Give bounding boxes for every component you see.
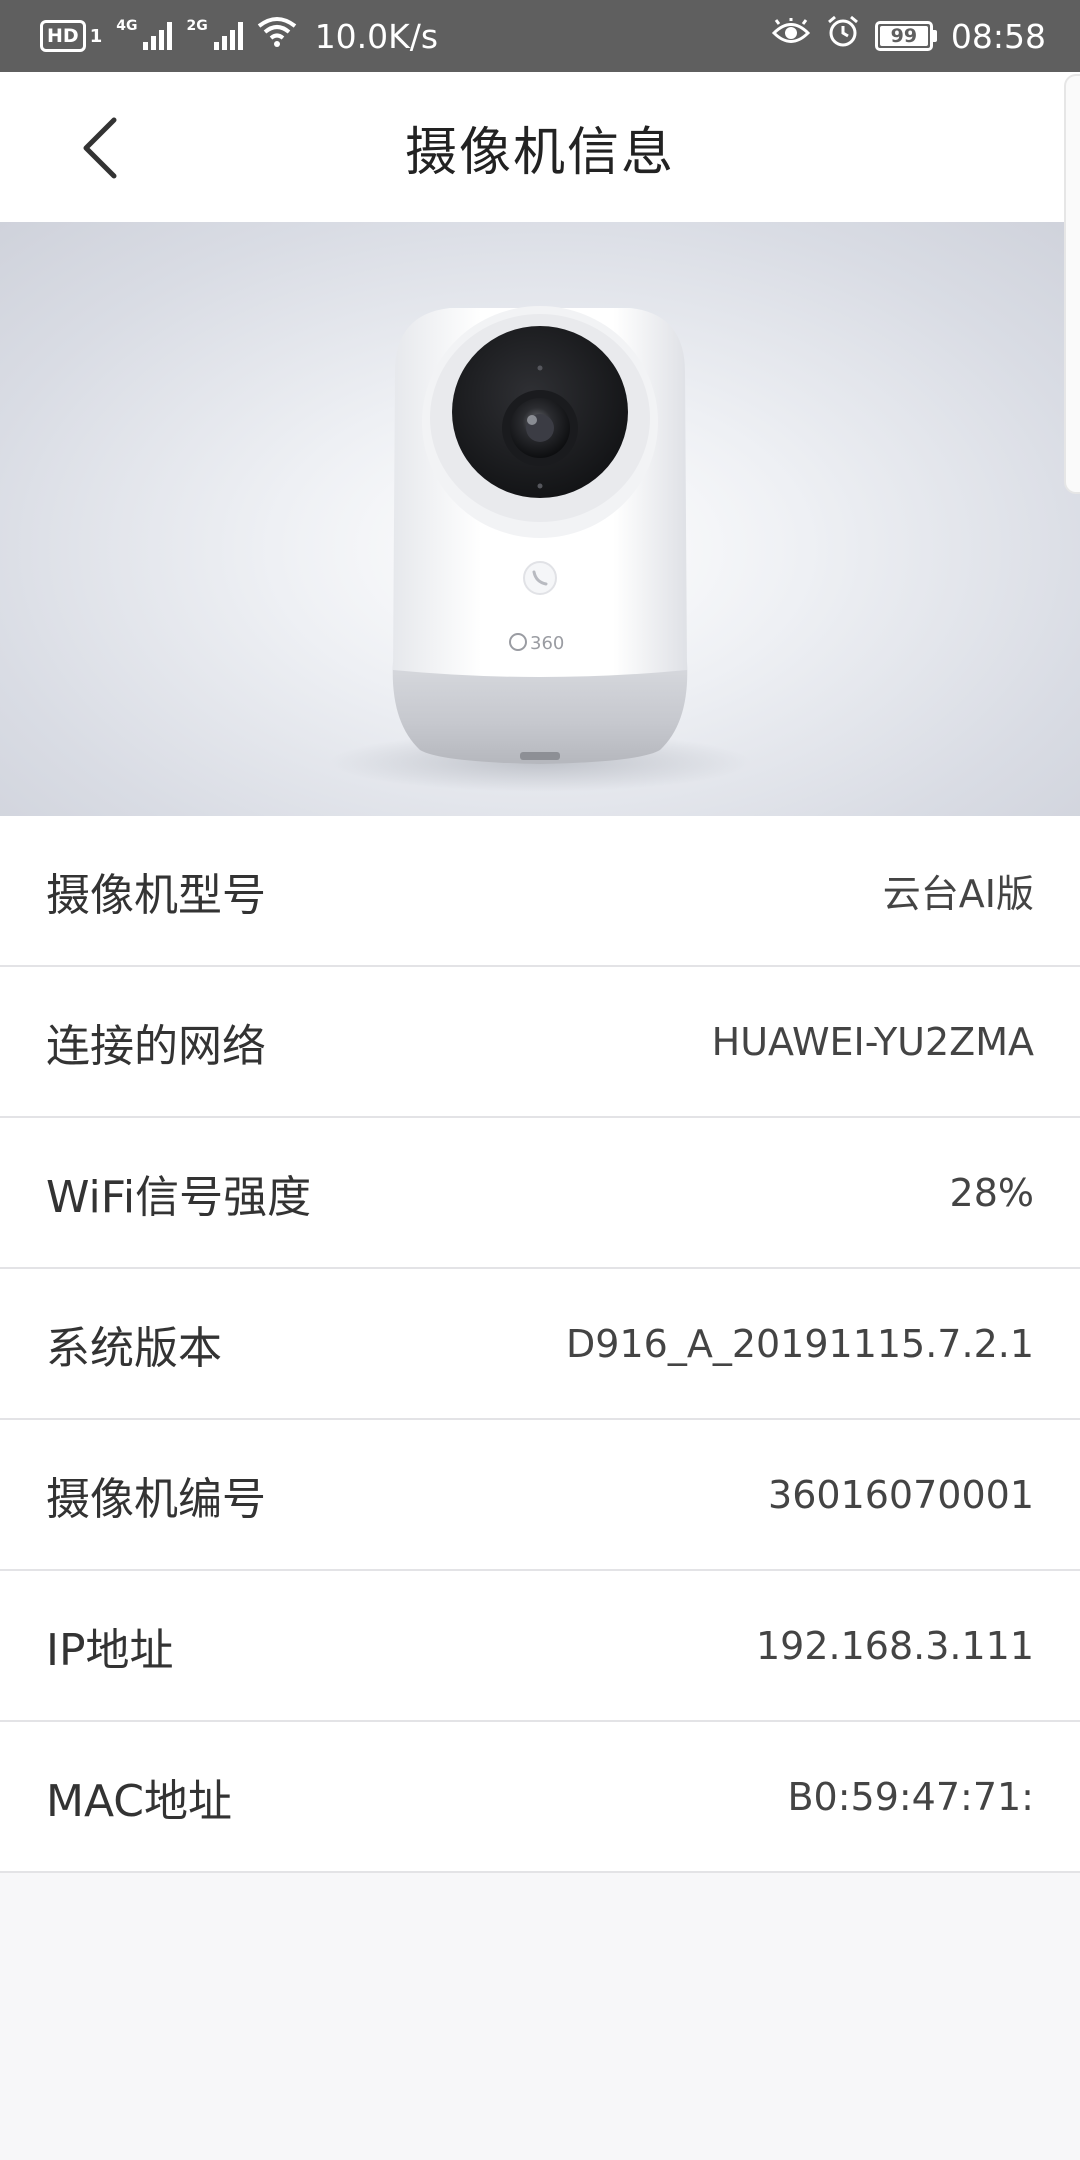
net1-label: 4G (116, 18, 138, 34)
camera-info-list: 摄像机型号 云台AI版 连接的网络 HUAWEI-YU2ZMA WiFi信号强度… (0, 816, 1080, 1873)
status-bar: HD 1 4G 2G 10.0K/s 99 08:58 (0, 0, 1080, 72)
info-row-mac-address: MAC地址 B0:59:47:71: (0, 1722, 1080, 1873)
info-row-ip-address: IP地址 192.168.3.111 (0, 1571, 1080, 1722)
signal-icon (213, 22, 243, 50)
info-value: 云台AI版 (882, 872, 1034, 916)
info-label: IP地址 (46, 1624, 174, 1676)
brand-logo-text: 360 (530, 633, 564, 654)
scroll-indicator (1064, 74, 1080, 494)
sim1-label: 1 (89, 25, 103, 47)
eye-icon (771, 16, 811, 56)
battery-level: 99 (879, 25, 928, 47)
info-row-serial-number: 摄像机编号 36016070001 (0, 1420, 1080, 1571)
info-value: 28% (949, 1170, 1034, 1215)
camera-illustration: 360 (330, 306, 750, 792)
status-left: HD 1 4G 2G 10.0K/s (40, 16, 438, 56)
top-app-bar: 摄像机信息 (0, 72, 1080, 222)
info-value: B0:59:47:71: (787, 1774, 1034, 1819)
clock-time: 08:58 (950, 16, 1046, 56)
info-label: 摄像机编号 (46, 1473, 266, 1525)
info-label: WiFi信号强度 (46, 1171, 312, 1223)
info-row-system-version: 系统版本 D916_A_20191115.7.2.1 (0, 1269, 1080, 1420)
signal-icon (143, 22, 173, 50)
info-label: 摄像机型号 (46, 869, 266, 921)
camera-product-image: 360 (0, 222, 1080, 816)
chevron-left-icon (83, 117, 117, 179)
info-row-model: 摄像机型号 云台AI版 (0, 816, 1080, 967)
info-row-wifi-strength: WiFi信号强度 28% (0, 1118, 1080, 1269)
status-right: 99 08:58 (771, 14, 1046, 58)
hd-badge: HD (40, 20, 86, 52)
info-label: MAC地址 (46, 1775, 233, 1827)
net2-label: 2G (186, 18, 208, 34)
wifi-icon (257, 16, 297, 56)
info-label: 连接的网络 (46, 1020, 266, 1072)
alarm-icon (825, 14, 861, 58)
info-value: 192.168.3.111 (755, 1623, 1034, 1668)
page-title: 摄像机信息 (404, 122, 675, 183)
info-value: 36016070001 (768, 1472, 1034, 1517)
net-speed: 10.0K/s (314, 16, 439, 56)
info-value: HUAWEI-YU2ZMA (711, 1019, 1034, 1064)
info-label: 系统版本 (46, 1322, 222, 1374)
info-row-network: 连接的网络 HUAWEI-YU2ZMA (0, 967, 1080, 1118)
info-value: D916_A_20191115.7.2.1 (566, 1321, 1034, 1366)
back-button[interactable] (60, 108, 140, 188)
battery-icon: 99 (874, 21, 937, 51)
